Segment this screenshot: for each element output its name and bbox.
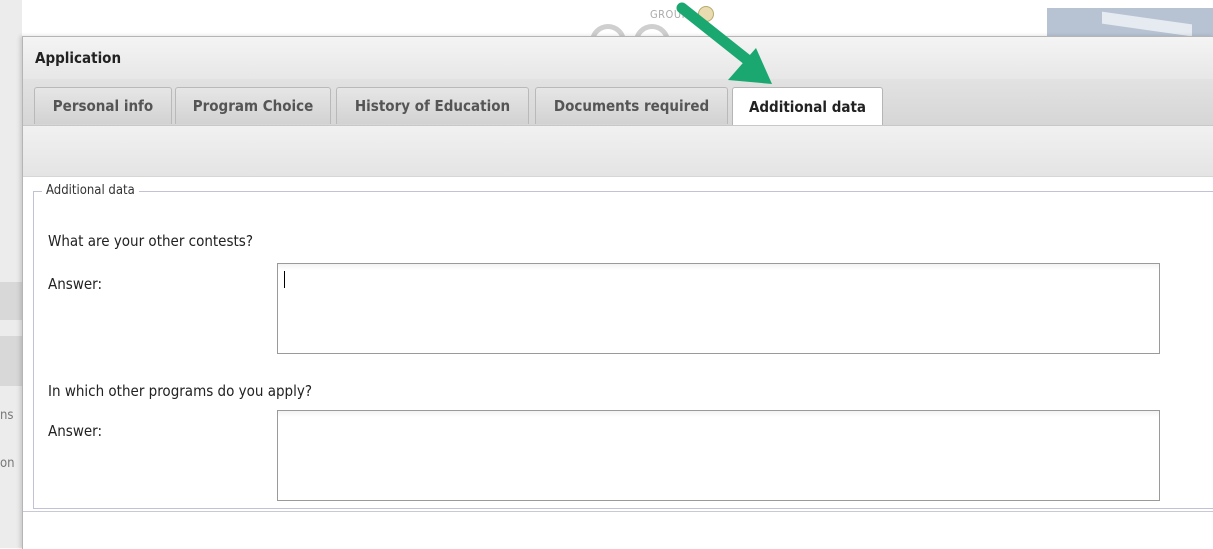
background-band	[0, 336, 22, 386]
tab-additional-data[interactable]: Additional data	[732, 87, 883, 125]
application-dialog: Application Personal info Program Choice…	[22, 36, 1213, 549]
text-caret	[284, 271, 285, 288]
tab-personal-info[interactable]: Personal info	[34, 87, 172, 124]
background-text: on	[0, 456, 15, 471]
tab-program-choice[interactable]: Program Choice	[175, 87, 331, 124]
background-text: ns	[0, 408, 14, 423]
tab-strip: Personal info Program Choice History of …	[23, 79, 1213, 126]
dialog-toolbar	[23, 126, 1213, 177]
annotation-arrow-icon	[676, 2, 772, 84]
dialog-title: Application	[35, 49, 122, 67]
dialog-header: Application	[23, 37, 1213, 79]
question-other-contests: What are your other contests?	[48, 232, 254, 250]
tab-history-of-education[interactable]: History of Education	[336, 87, 529, 124]
fieldset-legend: Additional data	[42, 183, 139, 198]
background-band	[0, 282, 22, 320]
other-programs-answer-textarea[interactable]	[277, 410, 1160, 501]
other-contests-answer-textarea[interactable]	[277, 263, 1160, 354]
dialog-divider	[23, 511, 1213, 512]
answer-label: Answer:	[48, 275, 102, 293]
tab-documents-required[interactable]: Documents required	[535, 87, 728, 124]
answer-label: Answer:	[48, 422, 102, 440]
question-other-programs: In which other programs do you apply?	[48, 382, 313, 400]
additional-data-fieldset: Additional data What are your other cont…	[33, 183, 1213, 509]
